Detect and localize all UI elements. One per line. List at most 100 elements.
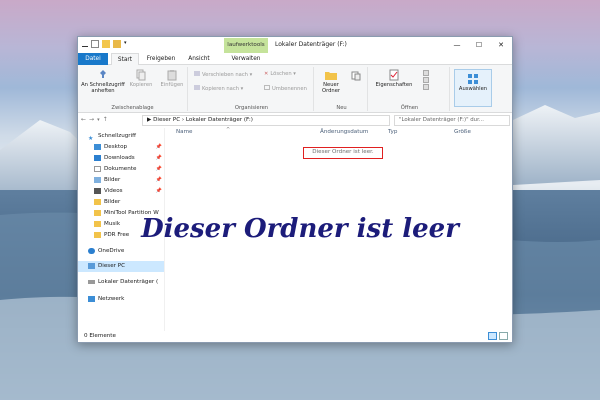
pin-icon: 📌 [155,177,162,183]
tab-file[interactable]: Datei [78,53,108,65]
nav-item-label: Bilder [104,177,121,183]
nav-item-quick-access[interactable]: ★ Schnellzugriff [78,131,164,142]
new-group: Neuer Ordner Neu [316,67,368,111]
pin-quick-access-button[interactable]: An Schnellzugriff anheften [80,69,126,94]
select-button[interactable]: Auswählen [454,69,492,107]
nav-item-label: OneDrive [98,248,125,254]
open-group-label: Öffnen [400,105,419,111]
clipboard-group: An Schnellzugriff anheften Kopieren Einf… [78,67,188,111]
column-header-name[interactable]: Name [176,129,193,135]
up-arrow-icon[interactable]: ↑ [103,116,111,123]
tab-view[interactable]: Ansicht [184,53,214,65]
tab-manage[interactable]: Verwalten [224,53,268,65]
pictures-icon [94,176,101,183]
window-controls: — ☐ ✕ [446,37,512,53]
new-folder-icon [325,72,337,80]
select-label: Auswählen [458,86,488,92]
copy-label: Kopieren [129,82,153,88]
maximize-button[interactable]: ☐ [468,37,490,53]
copy-button[interactable]: Kopieren [128,69,154,88]
view-toggle [488,332,508,340]
move-to-button[interactable]: Verschieben nach ▾ [194,71,252,78]
nav-item-label: Dokumente [104,166,137,172]
address-bar[interactable]: ▶ Dieser PC › Lokaler Datenträger (F:) [142,115,390,126]
empty-folder-message: Dieser Ordner ist leer. [303,147,383,159]
properties-label: Eigenschaften [375,82,413,88]
computer-icon [88,262,95,269]
documents-icon [94,165,101,172]
new-folder-icon[interactable] [102,40,110,48]
nav-item-network[interactable]: Netzwerk [78,294,164,305]
properties-button[interactable]: Eigenschaften [374,69,414,88]
star-icon: ★ [88,134,94,142]
open-button[interactable] [420,69,432,91]
nav-item-onedrive[interactable]: OneDrive [78,246,164,257]
desktop-icon [94,143,101,150]
pin-icon [100,70,106,78]
select-icon [468,74,478,84]
quick-access-toolbar: ▾ [82,40,129,48]
drive-icon [88,279,95,284]
nav-item-pictures[interactable]: Bilder 📌 [78,175,164,186]
folder-icon [113,40,121,48]
rename-button[interactable]: Umbenennen [264,85,307,92]
window-title: Lokaler Datenträger (F:) [275,41,347,48]
column-header-size[interactable]: Größe [454,129,471,135]
properties-icon[interactable] [91,40,99,48]
search-input[interactable]: "Lokaler Datenträger (F:)" dur... [394,115,510,126]
pin-label: An Schnellzugriff anheften [81,82,125,94]
details-view-icon[interactable] [488,332,497,340]
rename-label: Umbenennen [272,86,307,92]
back-arrow-icon[interactable]: ← [81,116,89,123]
nav-item-folder-bilder[interactable]: Bilder [78,197,164,208]
move-icon [194,71,200,76]
copy-icon [136,69,146,81]
status-bar: 0 Elemente [78,331,512,342]
properties-icon [389,69,399,81]
pin-icon: 📌 [155,188,162,194]
paste-icon [167,70,177,81]
column-header-type[interactable]: Typ [388,129,397,135]
download-icon [94,154,101,161]
file-explorer-window: ▾ laufwerktools Lokaler Datenträger (F:)… [77,36,513,343]
rename-icon [264,85,270,90]
nav-item-downloads[interactable]: Downloads 📌 [78,153,164,164]
tab-start[interactable]: Start [111,53,139,65]
organize-group: Verschieben nach ▾ Kopieren nach ▾ ✕ Lösc… [190,67,314,111]
new-item-button[interactable] [348,71,364,82]
open-icon [423,70,429,76]
videos-icon [94,187,101,194]
edit-icon [423,77,429,83]
nav-item-label: Desktop [104,144,128,150]
new-folder-button[interactable]: Neuer Ordner [318,69,344,94]
nav-item-videos[interactable]: Videos 📌 [78,186,164,197]
nav-item-label: Downloads [104,155,135,161]
cloud-icon [88,247,95,254]
nav-item-local-drive[interactable]: Lokaler Datenträger ( [78,277,164,288]
pin-icon: 📌 [155,155,162,161]
minimize-button[interactable]: — [446,37,468,53]
new-group-label: Neu [336,105,347,111]
delete-button[interactable]: ✕ Löschen ▾ [264,71,296,77]
column-header-modified[interactable]: Änderungsdatum [320,129,368,135]
navigation-arrows: ←→▾↑ [81,116,111,123]
nav-item-desktop[interactable]: Desktop 📌 [78,142,164,153]
forward-arrow-icon[interactable]: → [89,116,97,123]
delete-icon: ✕ [264,71,269,77]
close-button[interactable]: ✕ [490,37,512,53]
nav-item-documents[interactable]: Dokumente 📌 [78,164,164,175]
overlay-caption: Dieser Ordner ist leer [141,214,459,244]
large-icons-view-icon[interactable] [499,332,508,340]
qat-dropdown-icon[interactable]: ▾ [124,40,129,48]
nav-item-label: Dieser PC [98,263,126,269]
pin-icon: 📌 [155,144,162,150]
separator-icon [82,45,88,47]
paste-button[interactable]: Einfügen [158,69,186,88]
nav-item-this-pc[interactable]: Dieser PC [78,261,164,272]
copy-to-button[interactable]: Kopieren nach ▾ [194,85,243,92]
organize-group-label: Organisieren [234,105,269,111]
title-bar: ▾ laufwerktools Lokaler Datenträger (F:)… [78,37,512,53]
context-tab-drive-tools[interactable]: laufwerktools [224,38,268,53]
network-icon [88,295,95,302]
tab-share[interactable]: Freigeben [144,53,178,65]
